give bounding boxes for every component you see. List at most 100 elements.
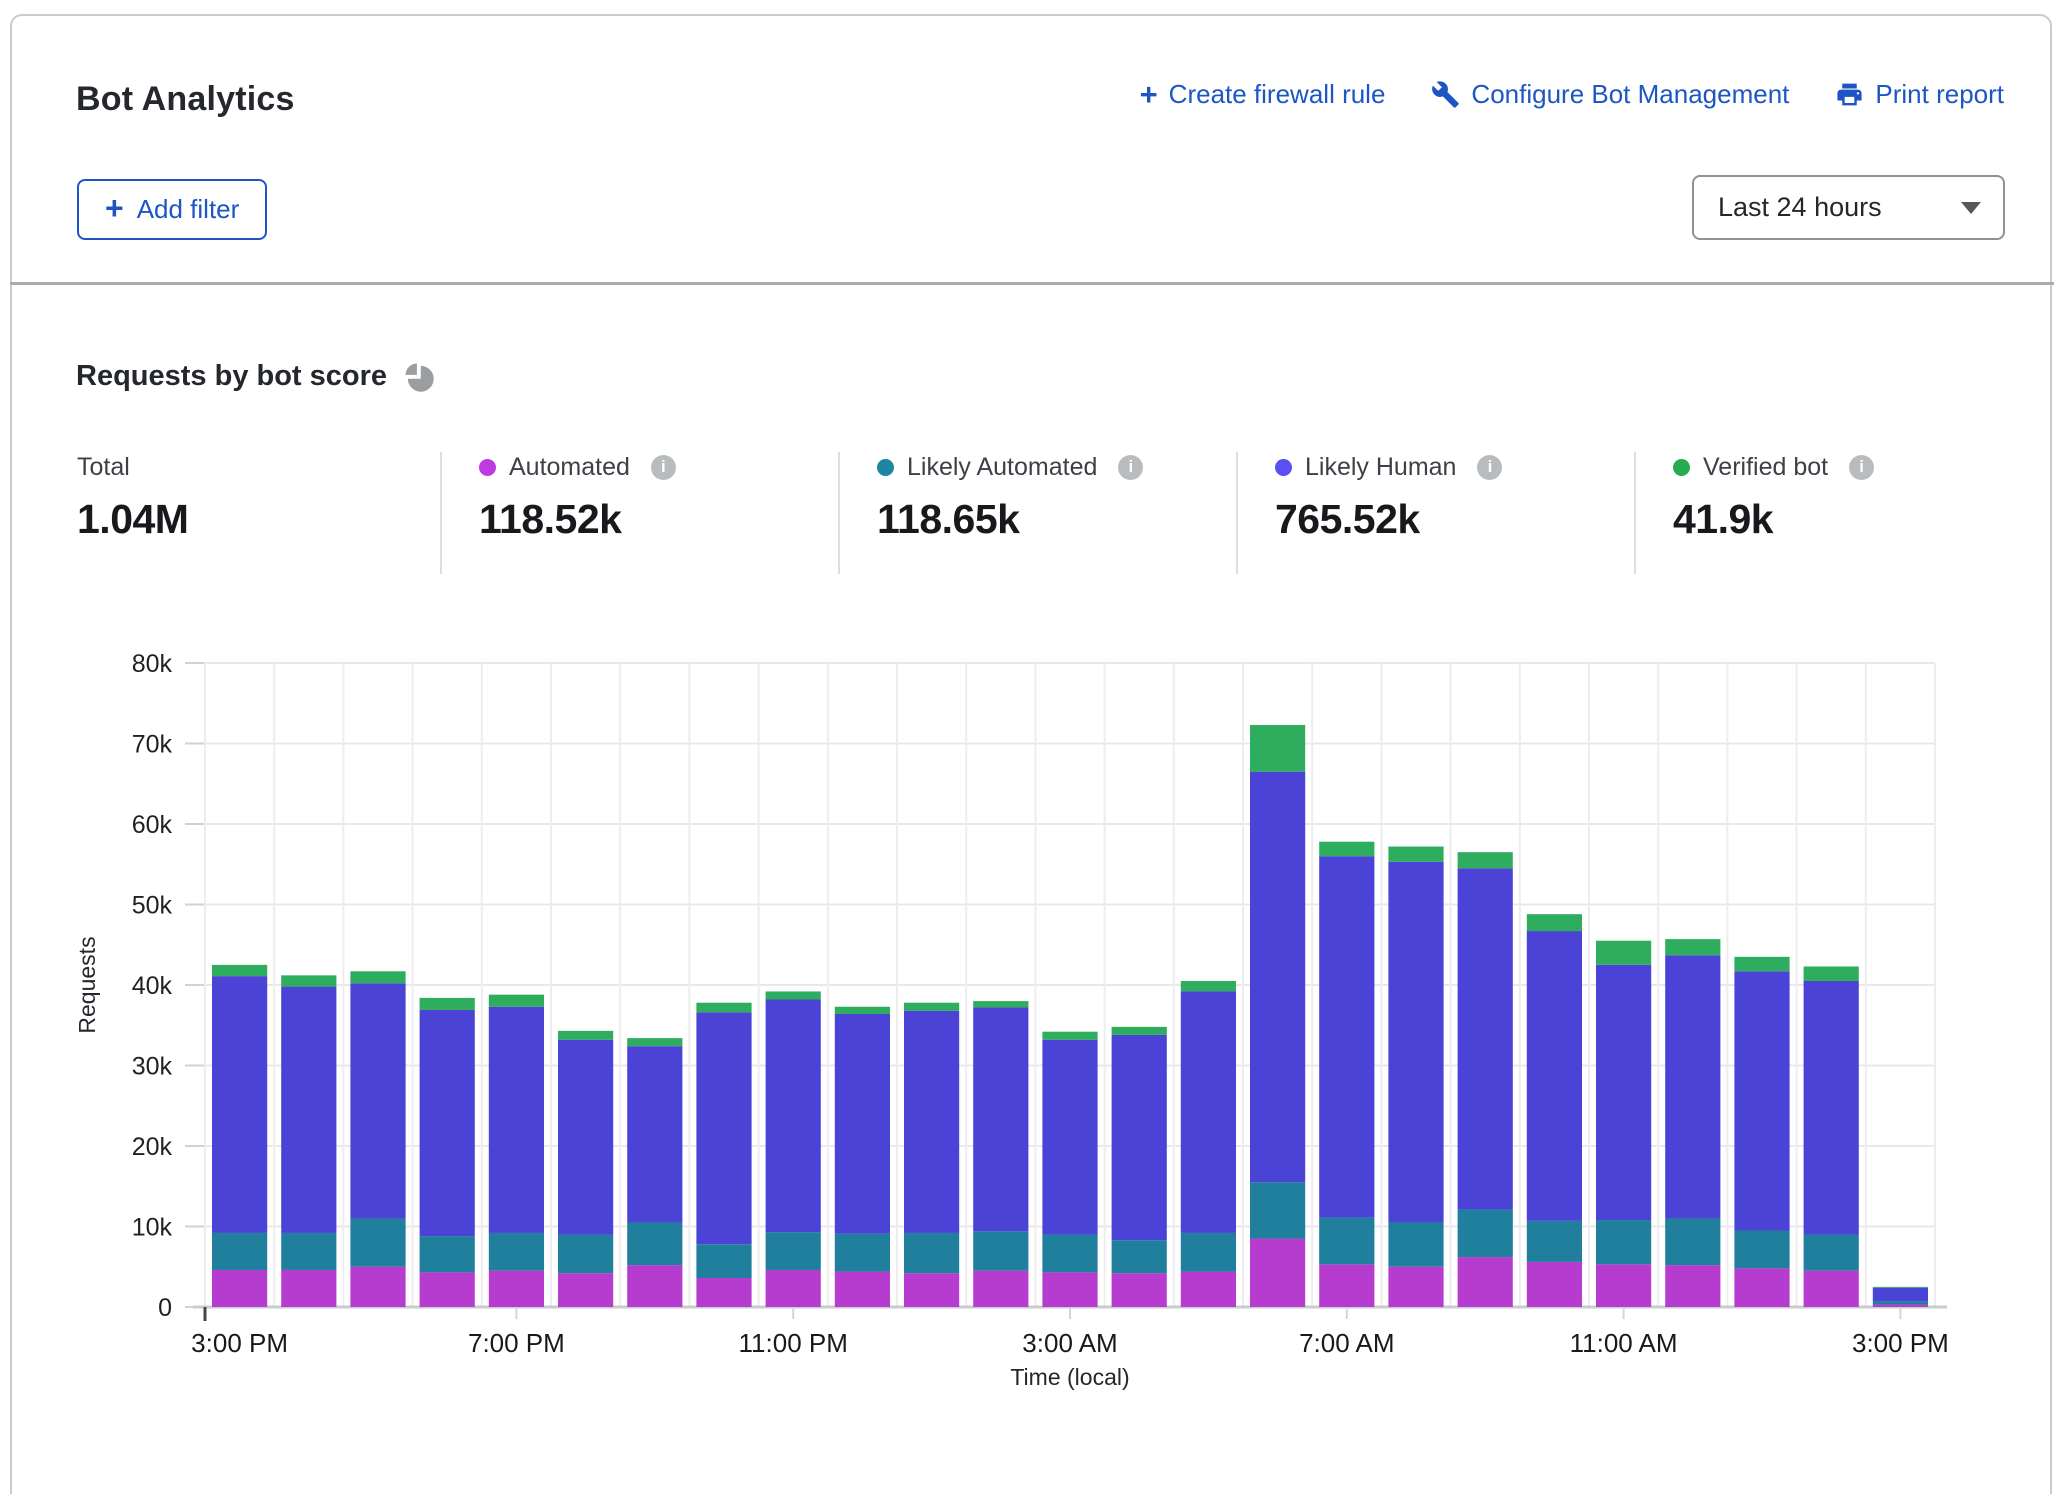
bar-segment[interactable] [1665,1218,1720,1265]
bar-segment[interactable] [1181,1272,1236,1307]
bar-segment[interactable] [1388,1222,1443,1266]
bar-segment[interactable] [1042,1040,1097,1235]
bar-segment[interactable] [1250,1182,1305,1238]
bar-segment[interactable] [973,1001,1028,1007]
bar-segment[interactable] [1250,772,1305,1183]
configure-bot-management-link[interactable]: Configure Bot Management [1431,79,1789,110]
bar-segment[interactable] [281,1270,336,1307]
bar-segment[interactable] [904,1011,959,1233]
bar-segment[interactable] [1458,1210,1513,1257]
bar-segment[interactable] [766,1270,821,1307]
bar-segment[interactable] [1181,981,1236,991]
bar-segment[interactable] [489,1233,544,1271]
bar-segment[interactable] [627,1222,682,1265]
bar-segment[interactable] [1112,1273,1167,1307]
bar-segment[interactable] [1112,1035,1167,1240]
bar-segment[interactable] [1112,1027,1167,1035]
bar-segment[interactable] [627,1046,682,1222]
bar-segment[interactable] [1734,1268,1789,1307]
bar-segment[interactable] [350,1267,405,1307]
bar-segment[interactable] [973,1008,1028,1232]
bar-segment[interactable] [212,976,267,1233]
bar-segment[interactable] [835,1014,890,1234]
info-icon[interactable]: i [1477,455,1502,480]
bar-segment[interactable] [1112,1240,1167,1273]
bar-segment[interactable] [1665,955,1720,1218]
bar-segment[interactable] [420,1010,475,1236]
bar-segment[interactable] [1665,1265,1720,1307]
bar-segment[interactable] [420,1272,475,1307]
bar-segment[interactable] [627,1265,682,1307]
bar-segment[interactable] [1458,1257,1513,1307]
bar-segment[interactable] [835,1234,890,1272]
info-icon[interactable]: i [1118,455,1143,480]
bar-segment[interactable] [1873,1288,1928,1302]
bar-segment[interactable] [281,987,336,1233]
bar-segment[interactable] [1042,1032,1097,1040]
bar-segment[interactable] [696,1244,751,1278]
print-report-link[interactable]: Print report [1835,79,2004,110]
bar-segment[interactable] [1734,957,1789,971]
bar-segment[interactable] [420,1236,475,1272]
info-icon[interactable]: i [1849,455,1874,480]
info-icon[interactable]: i [651,455,676,480]
bar-segment[interactable] [904,1273,959,1307]
bar-segment[interactable] [1388,1267,1443,1307]
bar-segment[interactable] [350,971,405,983]
bar-segment[interactable] [350,983,405,1218]
bar-segment[interactable] [1596,965,1651,1220]
bar-segment[interactable] [212,965,267,976]
bar-segment[interactable] [1873,1287,1928,1288]
bar-segment[interactable] [904,1003,959,1011]
bar-segment[interactable] [1181,1233,1236,1272]
bar-segment[interactable] [1873,1305,1928,1307]
bar-segment[interactable] [281,1233,336,1270]
bar-segment[interactable] [835,1007,890,1014]
bar-segment[interactable] [420,998,475,1010]
time-range-select[interactable]: Last 24 hours [1692,175,2005,240]
bar-segment[interactable] [1042,1235,1097,1273]
bar-segment[interactable] [766,999,821,1232]
bar-segment[interactable] [696,1278,751,1307]
add-filter-button[interactable]: + Add filter [77,179,267,240]
bar-segment[interactable] [696,1012,751,1244]
bar-segment[interactable] [212,1270,267,1307]
bar-segment[interactable] [1804,966,1859,980]
bar-segment[interactable] [489,1007,544,1233]
bar-segment[interactable] [766,1232,821,1270]
bar-segment[interactable] [973,1231,1028,1270]
bar-segment[interactable] [1596,1264,1651,1307]
bar-segment[interactable] [1804,981,1859,1235]
bar-segment[interactable] [350,1218,405,1266]
bar-segment[interactable] [1527,914,1582,931]
bar-segment[interactable] [489,1271,544,1307]
create-firewall-rule-link[interactable]: + Create firewall rule [1140,79,1386,110]
bar-segment[interactable] [1734,1231,1789,1269]
bar-segment[interactable] [766,991,821,999]
bar-segment[interactable] [696,1003,751,1013]
bar-segment[interactable] [1734,971,1789,1230]
bar-segment[interactable] [1804,1271,1859,1307]
bar-segment[interactable] [212,1233,267,1270]
bar-segment[interactable] [835,1272,890,1307]
bar-segment[interactable] [1596,1220,1651,1264]
bar-segment[interactable] [973,1271,1028,1307]
bar-segment[interactable] [1250,725,1305,772]
bar-segment[interactable] [1319,1218,1374,1265]
bar-segment[interactable] [1527,1221,1582,1262]
bar-segment[interactable] [558,1235,613,1274]
bar-segment[interactable] [489,995,544,1007]
bar-segment[interactable] [558,1273,613,1307]
bar-segment[interactable] [1042,1272,1097,1307]
bar-segment[interactable] [1458,868,1513,1209]
bar-segment[interactable] [1319,842,1374,856]
bar-segment[interactable] [627,1038,682,1046]
bar-segment[interactable] [281,975,336,986]
bar-segment[interactable] [558,1031,613,1040]
bar-segment[interactable] [1458,852,1513,868]
bar-segment[interactable] [1596,941,1651,965]
bar-segment[interactable] [1319,856,1374,1217]
bar-segment[interactable] [1181,991,1236,1232]
bar-segment[interactable] [1319,1264,1374,1307]
bar-segment[interactable] [904,1233,959,1273]
